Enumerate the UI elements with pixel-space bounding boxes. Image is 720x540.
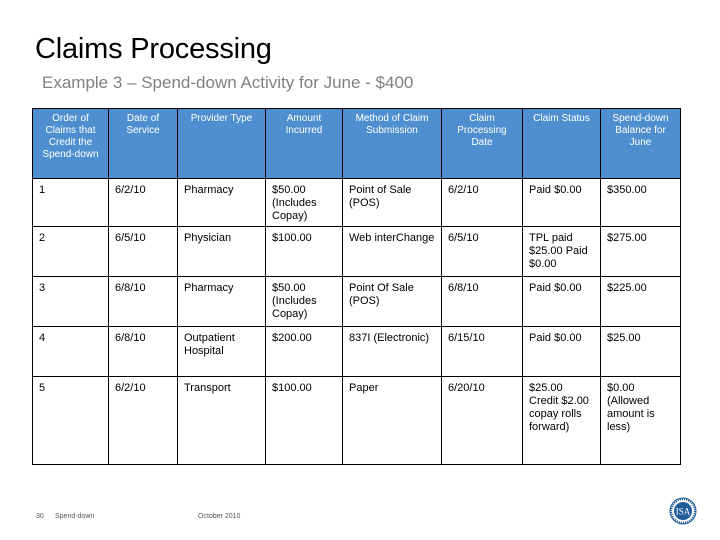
cell-balance: $0.00 (Allowed amount is less) [600,376,681,465]
column-header-processing-date: Claim Processing Date [441,108,523,179]
cell-order: 5 [32,376,109,465]
cell-balance: $225.00 [600,276,681,327]
footer-page-number: 30 [36,513,44,520]
column-header-date-of-service: Date of Service [108,108,178,179]
cell-balance: $25.00 [600,326,681,377]
cell-method: Point Of Sale (POS) [342,276,442,327]
cell-processing-date: 6/5/10 [441,226,523,277]
cell-provider-type: Physician [177,226,266,277]
cell-claim-status: TPL paid $25.00 Paid $0.00 [522,226,601,277]
page-subtitle: Example 3 – Spend-down Activity for June… [42,73,414,92]
column-header-amount-incurred: Amount Incurred [265,108,343,179]
cell-processing-date: 6/20/10 [441,376,523,465]
cell-method: 837I (Electronic) [342,326,442,377]
column-header-order: Order of Claims that Credit the Spend-do… [32,108,109,179]
cell-processing-date: 6/15/10 [441,326,523,377]
column-header-method: Method of Claim Submission [342,108,442,179]
cell-processing-date: 6/2/10 [441,178,523,227]
table-row: 5 6/2/10 Transport $100.00 Paper 6/20/10… [32,376,681,465]
cell-order: 2 [32,226,109,277]
cell-amount-incurred: $50.00 (Includes Copay) [265,276,343,327]
cell-amount-incurred: $50.00 (Includes Copay) [265,178,343,227]
cell-date-of-service: 6/5/10 [108,226,178,277]
cell-processing-date: 6/8/10 [441,276,523,327]
seal-logo-icon: ISA [669,497,697,525]
table-row: 1 6/2/10 Pharmacy $50.00 (Includes Copay… [32,178,681,227]
cell-provider-type: Transport [177,376,266,465]
table-header-row: Order of Claims that Credit the Spend-do… [32,108,681,179]
column-header-provider-type: Provider Type [177,108,266,179]
claims-table: Order of Claims that Credit the Spend-do… [32,108,681,465]
column-header-balance: Spend-down Balance for June [600,108,681,179]
cell-date-of-service: 6/8/10 [108,326,178,377]
cell-order: 1 [32,178,109,227]
cell-provider-type: Outpatient Hospital [177,326,266,377]
cell-provider-type: Pharmacy [177,276,266,327]
table-row: 4 6/8/10 Outpatient Hospital $200.00 837… [32,326,681,377]
cell-amount-incurred: $200.00 [265,326,343,377]
cell-method: Paper [342,376,442,465]
cell-method: Point of Sale (POS) [342,178,442,227]
cell-claim-status: $25.00 Credit $2.00 copay rolls forward) [522,376,601,465]
cell-claim-status: Paid $0.00 [522,178,601,227]
cell-amount-incurred: $100.00 [265,226,343,277]
cell-date-of-service: 6/8/10 [108,276,178,327]
table-row: 3 6/8/10 Pharmacy $50.00 (Includes Copay… [32,276,681,327]
cell-date-of-service: 6/2/10 [108,178,178,227]
cell-provider-type: Pharmacy [177,178,266,227]
cell-order: 3 [32,276,109,327]
cell-balance: $350.00 [600,178,681,227]
footer-date: October 2010 [198,513,241,520]
page-title: Claims Processing [35,33,272,65]
cell-date-of-service: 6/2/10 [108,376,178,465]
cell-order: 4 [32,326,109,377]
column-header-claim-status: Claim Status [522,108,601,179]
cell-claim-status: Paid $0.00 [522,326,601,377]
cell-amount-incurred: $100.00 [265,376,343,465]
table-row: 2 6/5/10 Physician $100.00 Web interChan… [32,226,681,277]
cell-method: Web interChange [342,226,442,277]
footer-topic: Spend-down [55,513,95,520]
cell-claim-status: Paid $0.00 [522,276,601,327]
cell-balance: $275.00 [600,226,681,277]
logo-text: ISA [676,507,691,517]
